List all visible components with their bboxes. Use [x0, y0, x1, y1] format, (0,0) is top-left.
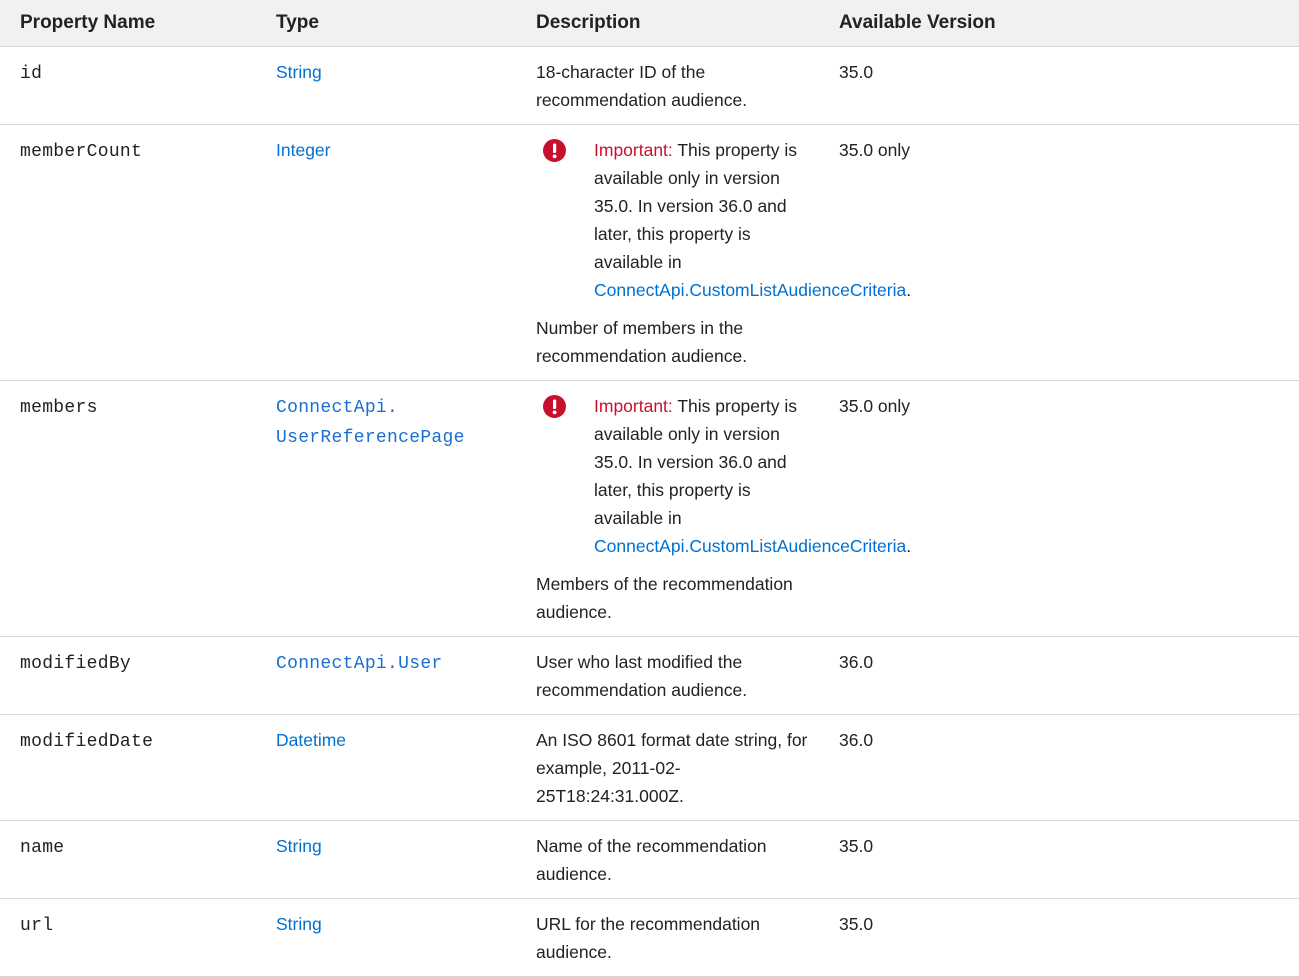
type-line-2: UserReferencePage [276, 428, 465, 448]
property-name-cell: modifiedBy [0, 636, 256, 715]
description-cell: Important: This property is available on… [511, 124, 911, 381]
description-text: 18-character ID of the recommendation au… [536, 62, 748, 110]
note-period: . [906, 280, 912, 300]
version-cell: 35.0 [825, 820, 1299, 899]
description-cell: Name of the recommendation audience. [511, 820, 825, 899]
type-link[interactable]: Datetime [276, 730, 346, 750]
table-row: url String URL for the recommendation au… [0, 898, 1299, 977]
table-row: memberCount Integer Important: This prop… [0, 124, 1299, 381]
properties-table: Property Name Type Description Available… [0, 0, 1299, 977]
description-cell: Important: This property is available on… [511, 380, 911, 637]
important-label: Important: [594, 140, 673, 160]
exclamation-circle-icon [543, 395, 566, 418]
property-name-cell: modifiedDate [0, 714, 256, 821]
property-name: name [20, 838, 65, 858]
audience-criteria-link[interactable]: ConnectApi.CustomListAudienceCriteria [594, 280, 906, 300]
table-row: modifiedDate Datetime An ISO 8601 format… [0, 714, 1299, 821]
description-text: Number of members in the recommendation … [536, 318, 748, 366]
header-row: Property Name Type Description Available… [0, 0, 1299, 47]
property-name-cell: url [0, 898, 256, 977]
audience-criteria-link[interactable]: ConnectApi.CustomListAudienceCriteria [594, 536, 906, 556]
important-note: Important: This property is available on… [536, 392, 911, 560]
description-text: URL for the recommendation audience. [536, 914, 761, 962]
header-available-version: Available Version [825, 0, 1299, 47]
description-text: User who last modified the recommendatio… [536, 652, 748, 700]
type-cell: String [256, 46, 511, 125]
property-name: url [20, 916, 54, 936]
property-name-cell: memberCount [0, 124, 256, 381]
property-name: members [20, 398, 98, 418]
version-cell: 35.0 [825, 898, 1299, 977]
description-cell: 18-character ID of the recommendation au… [511, 46, 825, 125]
note-period: . [906, 536, 912, 556]
header-property-name: Property Name [0, 0, 256, 47]
description-cell: URL for the recommendation audience. [511, 898, 825, 977]
property-name-cell: name [0, 820, 256, 899]
property-name: id [20, 64, 43, 84]
property-name-cell: id [0, 46, 256, 125]
description-text: An ISO 8601 format date string, for exam… [536, 730, 808, 806]
table-row: name String Name of the recommendation a… [0, 820, 1299, 899]
property-name: modifiedDate [20, 732, 154, 752]
description-cell: User who last modified the recommendatio… [511, 636, 825, 715]
type-link[interactable]: ConnectApi.User [276, 654, 443, 674]
property-name: modifiedBy [20, 654, 132, 674]
version-cell: 35.0 only [825, 380, 1299, 637]
exclamation-circle-icon [543, 139, 566, 162]
table-header: Property Name Type Description Available… [0, 0, 1299, 47]
version-cell: 36.0 [825, 636, 1299, 715]
version-cell: 35.0 only [825, 124, 1299, 381]
type-cell: ConnectApi.User [256, 636, 511, 715]
version-cell: 35.0 [825, 46, 1299, 125]
type-line-1: ConnectApi. [276, 398, 399, 418]
property-name: memberCount [20, 142, 143, 162]
type-cell: String [256, 898, 511, 977]
table-row: modifiedBy ConnectApi.User User who last… [0, 636, 1299, 715]
header-description: Description [511, 0, 825, 47]
type-cell: String [256, 820, 511, 899]
table-body: id String 18-character ID of the recomme… [0, 46, 1299, 977]
property-name-cell: members [0, 380, 256, 637]
type-cell: Datetime [256, 714, 511, 821]
type-link[interactable]: Integer [276, 140, 330, 160]
header-type: Type [256, 0, 511, 47]
table-row: id String 18-character ID of the recomme… [0, 46, 1299, 125]
important-note: Important: This property is available on… [536, 136, 911, 304]
description-cell: An ISO 8601 format date string, for exam… [511, 714, 825, 821]
type-link[interactable]: String [276, 836, 322, 856]
type-cell: Integer [256, 124, 511, 381]
important-label: Important: [594, 396, 673, 416]
version-cell: 36.0 [825, 714, 1299, 821]
table-row: members ConnectApi. UserReferencePage Imp… [0, 380, 1299, 637]
type-link[interactable]: ConnectApi. UserReferencePage [276, 398, 465, 448]
type-link[interactable]: String [276, 914, 322, 934]
description-text: Name of the recommendation audience. [536, 836, 767, 884]
description-text: Members of the recommendation audience. [536, 574, 793, 622]
type-cell: ConnectApi. UserReferencePage [256, 380, 511, 637]
type-link[interactable]: String [276, 62, 322, 82]
